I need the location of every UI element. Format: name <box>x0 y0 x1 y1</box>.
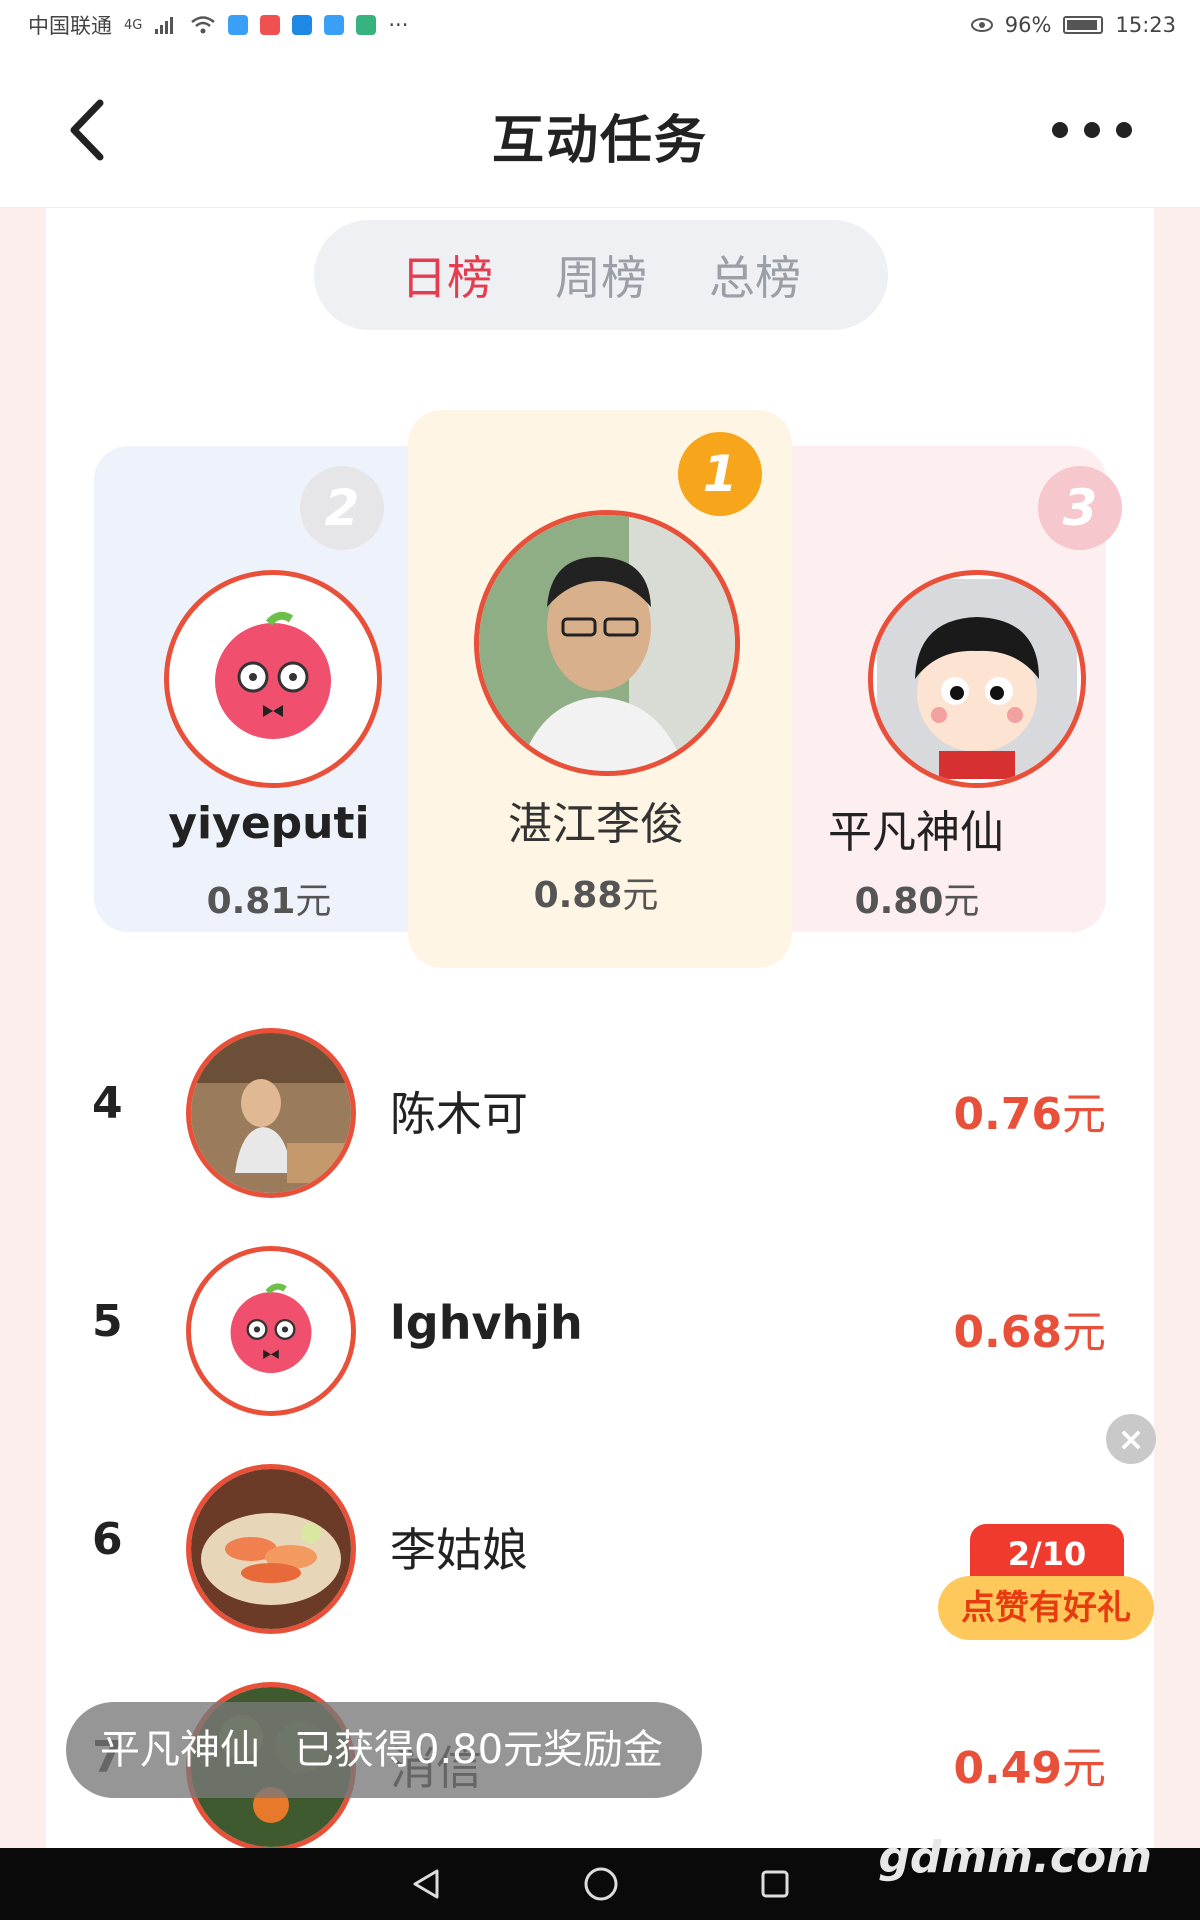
amount-value: 0.88 <box>533 875 623 916</box>
recents-square-icon[interactable] <box>759 1868 791 1900</box>
amount-value: 0.68 <box>953 1307 1062 1358</box>
lychee-mascot-icon <box>230 1283 312 1373</box>
row-rank: 4 <box>92 1078 123 1129</box>
amount-unit: 元 <box>295 881 332 922</box>
row-name: 陈木可 <box>390 1087 528 1141</box>
amount-value: 0.76 <box>953 1089 1062 1140</box>
toast-user: 平凡神仙 <box>100 1727 260 1773</box>
lychee-mascot-icon <box>215 611 331 739</box>
amount-unit: 元 <box>1062 1743 1106 1794</box>
more-dot <box>1084 122 1100 138</box>
wifi-icon <box>191 16 216 34</box>
cartoon-boy-icon <box>877 579 1077 779</box>
amount-unit: 元 <box>622 875 659 916</box>
close-promo-button[interactable]: × <box>1106 1414 1156 1464</box>
amount-unit: 元 <box>1062 1089 1106 1140</box>
podium: 2 yiyeputi 0.81元 3 平凡神仙 0.80元 1 湛江李俊 0.8… <box>46 208 1154 1008</box>
avatar[interactable] <box>164 570 382 788</box>
list-item[interactable]: 5 lghvhjh 0.68元 <box>46 1246 1154 1422</box>
back-triangle-icon[interactable] <box>409 1867 443 1901</box>
promo-label: 点赞有好礼 <box>938 1576 1154 1640</box>
notification-app-icon <box>260 15 281 35</box>
podium-first[interactable]: 1 湛江李俊 0.88元 <box>408 410 792 968</box>
amount-value: 0.49 <box>953 1743 1062 1794</box>
close-icon: × <box>1117 1420 1145 1458</box>
carrier-label: 中国联通 <box>28 14 112 38</box>
amount-unit: 元 <box>1062 1307 1106 1358</box>
more-horizontal-icon <box>1052 122 1068 138</box>
maps-app-icon <box>356 15 377 35</box>
row-name: 李姑娘 <box>390 1523 528 1577</box>
row-name: lghvhjh <box>390 1296 583 1350</box>
row-rank: 5 <box>92 1296 123 1347</box>
battery-percent: 96% <box>1004 13 1052 37</box>
rank-1-badge: 1 <box>678 432 762 516</box>
watermark: gdmm.com <box>878 1832 1152 1883</box>
avatar[interactable] <box>474 510 740 776</box>
podium-third[interactable]: 3 平凡神仙 0.80元 <box>746 446 1122 932</box>
eye-comfort-icon <box>970 18 993 32</box>
network-label: 4G <box>124 17 143 33</box>
more-notifications-icon: ··· <box>388 13 409 37</box>
zhihu-app-icon <box>292 15 313 35</box>
clock: 15:23 <box>1115 13 1176 37</box>
row-amount: 0.76元 <box>953 1078 1106 1142</box>
toast-message: 已获得0.80元奖励金 <box>294 1727 664 1773</box>
avatar[interactable] <box>186 1028 356 1198</box>
row-rank: 6 <box>92 1514 123 1565</box>
row-amount: 0.49元 <box>953 1732 1106 1796</box>
podium-second-amount: 0.81元 <box>84 872 454 924</box>
more-dot <box>1116 122 1132 138</box>
like-reward-promo[interactable]: 2/10 点赞有好礼 <box>938 1524 1154 1644</box>
avatar[interactable] <box>186 1464 356 1634</box>
user-photo-icon <box>191 1033 351 1193</box>
amount-value: 0.80 <box>854 881 944 922</box>
rank-3-badge: 3 <box>1038 466 1122 550</box>
list-item[interactable]: 4 陈木可 0.76元 <box>46 1028 1154 1204</box>
amount-unit: 元 <box>943 881 980 922</box>
podium-second-name: yiyeputi <box>168 798 370 849</box>
battery-icon <box>1063 16 1104 34</box>
amount-value: 0.81 <box>206 881 296 922</box>
user-photo-icon <box>479 515 735 771</box>
status-bar: 中国联通 4G ··· 96% 15:23 <box>0 0 1200 50</box>
promo-progress: 2/10 <box>970 1524 1124 1584</box>
signal-icon <box>155 17 174 34</box>
rank-2-badge: 2 <box>300 466 384 550</box>
avatar[interactable] <box>186 1246 356 1416</box>
podium-first-name: 湛江李俊 <box>508 799 684 850</box>
status-right: 96% 15:23 <box>970 13 1176 37</box>
page-title: 互动任务 <box>491 111 708 171</box>
top-nav-bar: 互动任务 <box>0 50 1200 208</box>
food-photo-icon <box>191 1469 351 1629</box>
home-circle-icon[interactable] <box>583 1866 619 1902</box>
youku-app-icon <box>228 15 249 35</box>
more-button[interactable] <box>1052 112 1132 148</box>
status-left: 中国联通 4G ··· <box>28 10 408 40</box>
avatar[interactable] <box>868 570 1086 788</box>
row-amount: 0.68元 <box>953 1296 1106 1360</box>
podium-first-amount: 0.88元 <box>400 866 792 918</box>
podium-second[interactable]: 2 yiyeputi 0.81元 <box>94 446 454 932</box>
reward-toast: 平凡神仙 已获得0.80元奖励金 <box>66 1702 702 1798</box>
youku-app-icon-2 <box>324 15 345 35</box>
